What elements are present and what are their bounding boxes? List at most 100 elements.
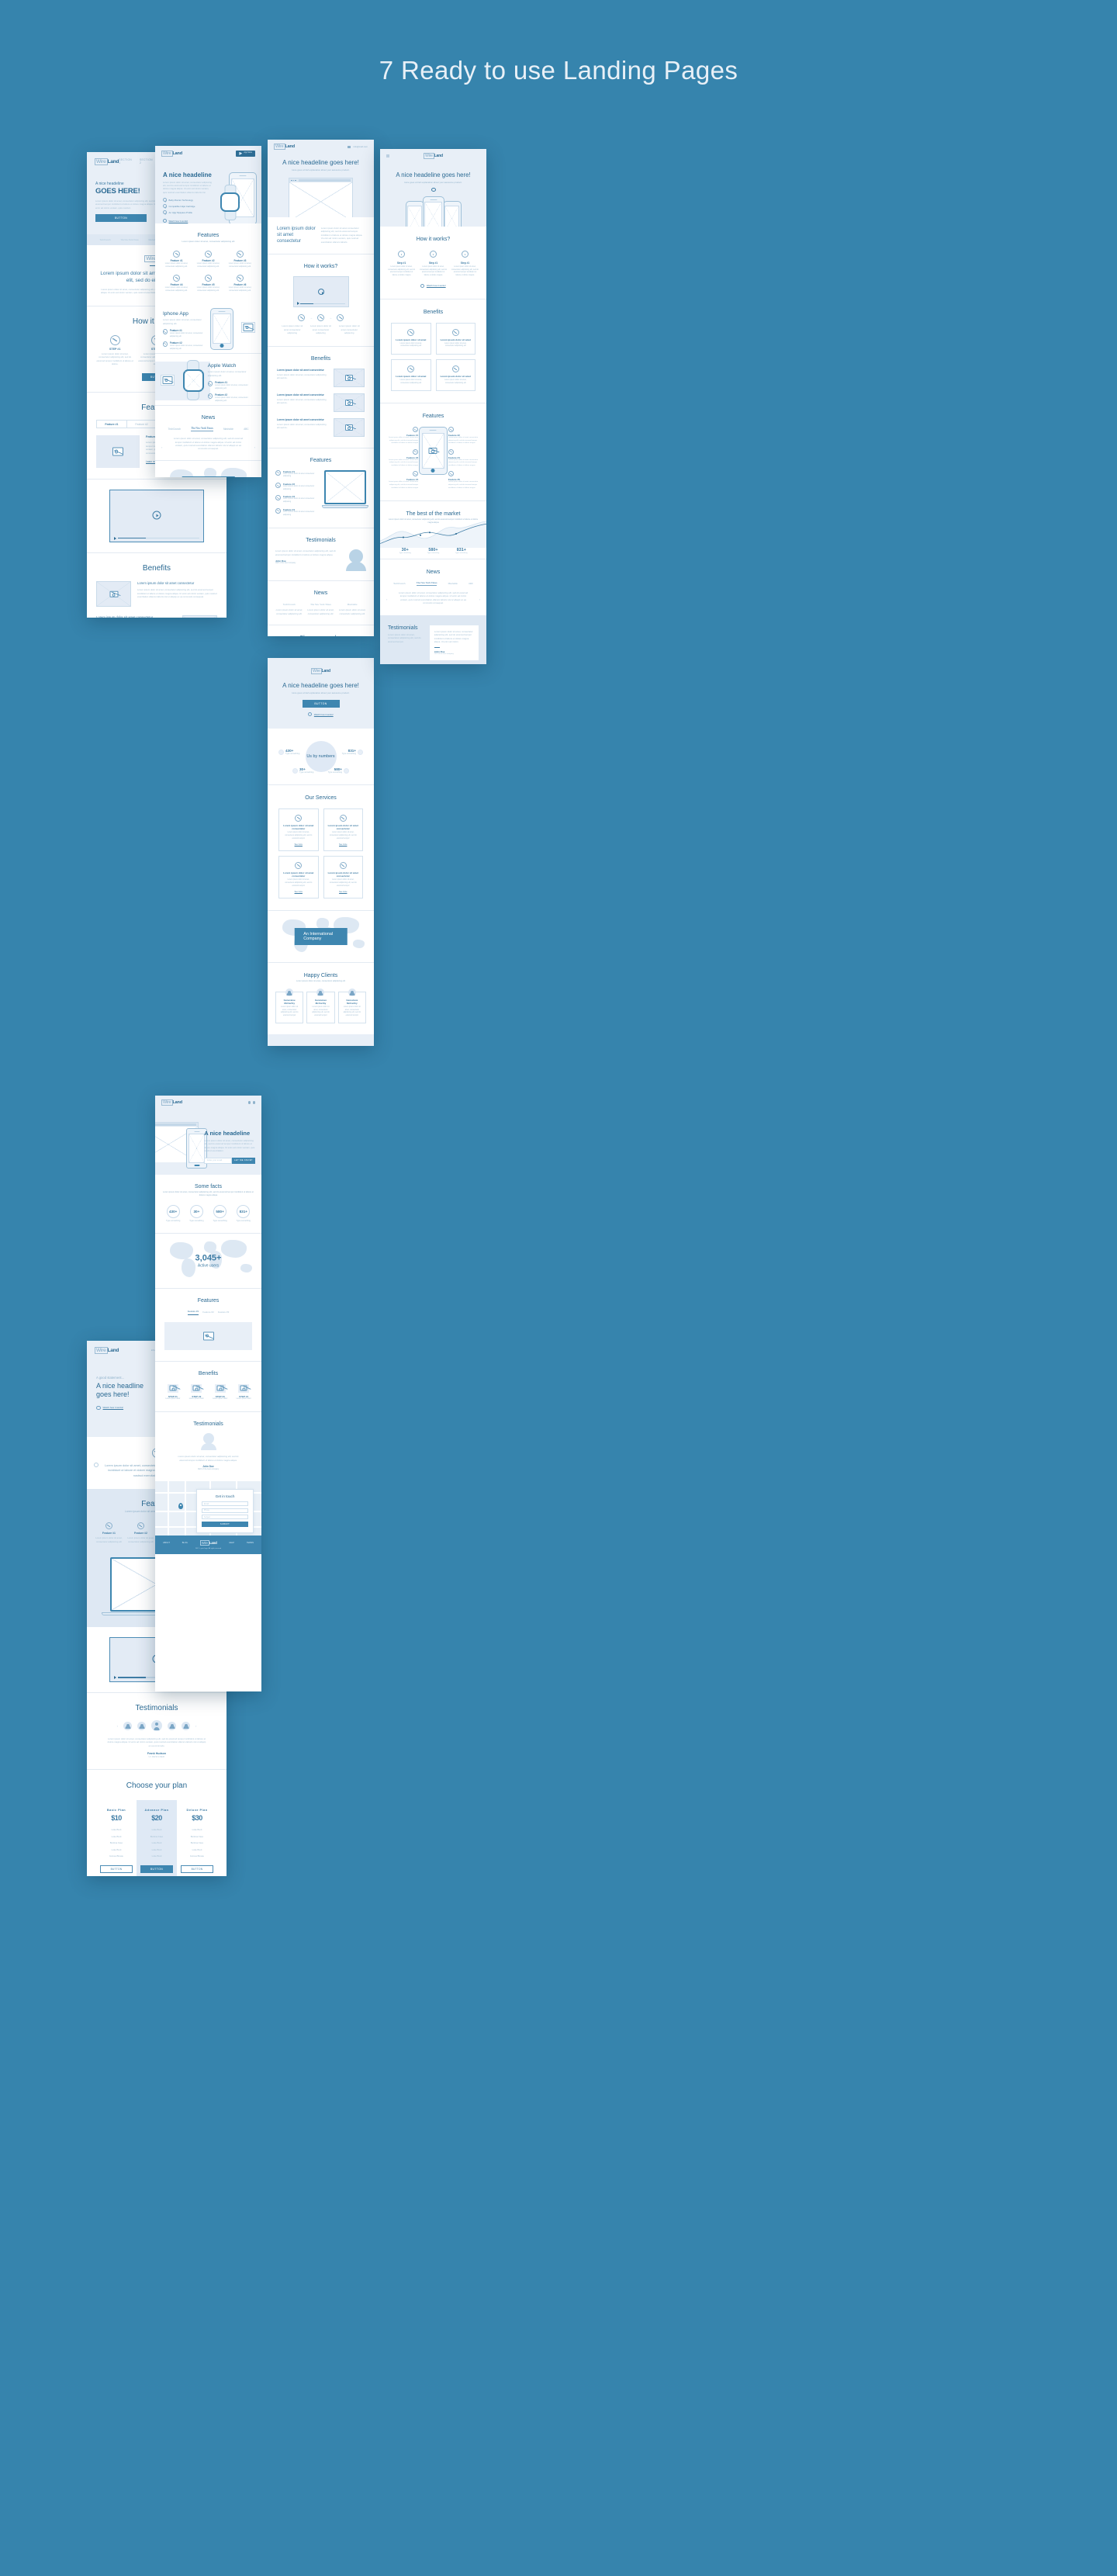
avatar[interactable] — [123, 1721, 132, 1730]
menu-icon[interactable] — [386, 154, 389, 158]
email-field[interactable]: Email — [202, 1501, 248, 1507]
see-more-link[interactable]: See more — [339, 891, 347, 893]
next-arrow-icon[interactable]: › — [479, 597, 480, 601]
pricing-card-deluxe[interactable]: Deluxe Plan $30 Luke Brett Burkina Faso … — [177, 1802, 217, 1876]
landing-page-mockup-2[interactable]: Wire Land App Store A nice headeline Lore… — [155, 146, 261, 477]
service-card[interactable]: Lorem ipsum dolor sit amet consectetur L… — [323, 808, 363, 852]
avatar[interactable] — [168, 1721, 176, 1730]
tab-feature-3[interactable]: Feature #3 — [218, 1311, 230, 1314]
contact-form[interactable]: Get in touch Email Phone Subject SUBMIT — [196, 1489, 254, 1534]
press-logo-mashable[interactable]: Mashable — [223, 428, 233, 431]
press-logo-abc[interactable]: ABC — [469, 582, 473, 585]
footer-logo[interactable]: Wire Land — [199, 1540, 217, 1546]
social-links[interactable] — [247, 1101, 255, 1104]
service-card[interactable]: Lorem ipsum dolor sit amet consectetur L… — [278, 856, 319, 899]
landing-page-mockup-3[interactable]: Wire Land info@mail.com A nice headeline … — [268, 140, 374, 636]
tab-feature-2[interactable]: Feature #2 — [127, 421, 157, 428]
navbar[interactable]: Wire Land — [155, 1096, 261, 1110]
logo[interactable]: Wire Land — [161, 150, 182, 157]
plan-button[interactable]: BUTTON — [140, 1864, 173, 1873]
footer-link[interactable]: BLOG — [182, 1542, 188, 1544]
logo[interactable]: Wire Land — [311, 668, 330, 674]
nav-email[interactable]: info@mail.com — [353, 145, 368, 148]
video-player[interactable] — [292, 276, 349, 308]
service-card[interactable]: Lorem ipsum dolor sit amet consectetur L… — [278, 808, 319, 852]
hero-button[interactable]: BUTTON — [302, 700, 340, 708]
tab-feature-1[interactable]: Feature #1 — [187, 1310, 199, 1315]
landing-page-mockup-7[interactable]: Wire Land A nice headeline goes here! Her… — [268, 658, 374, 1046]
scroll-down-icon[interactable] — [431, 188, 436, 192]
press-logo-techcrunch[interactable]: TechCrunch — [393, 582, 405, 585]
tab-feature-1[interactable]: Feature #1 — [97, 421, 127, 428]
avatar-active[interactable] — [151, 1720, 162, 1731]
logo[interactable]: Wire Land — [274, 144, 295, 150]
image-placeholder — [241, 322, 255, 334]
watch-link[interactable]: Watch how it works! — [427, 284, 446, 287]
subscribe-button[interactable]: LET ME KNOW! — [232, 1157, 255, 1164]
progress-bar[interactable] — [118, 537, 199, 539]
feature-tabs[interactable]: Feature #1 Feature #2 Feature #3 — [164, 1310, 252, 1315]
nav-link[interactable]: SECTION 1 — [119, 158, 133, 164]
play-icon[interactable] — [96, 1405, 101, 1410]
plan-button[interactable]: BUTTON — [181, 1864, 213, 1873]
progress-bar[interactable] — [299, 303, 345, 305]
avatar[interactable] — [182, 1721, 190, 1730]
play-icon[interactable] — [420, 283, 425, 288]
press-logo-techcrunch[interactable]: TechCrunch — [168, 428, 182, 431]
tab-feature-2[interactable]: Feature #2 — [202, 1311, 214, 1314]
pricing-card-basic[interactable]: Basic Plan $10 Luke Brett Luke Brett Bur… — [96, 1802, 137, 1876]
watch-link[interactable]: Watch how it works! — [314, 713, 334, 716]
landing-page-mockup-6[interactable]: Wire Land A nice headeline Lorem ipsum do… — [155, 1096, 261, 1691]
navbar[interactable]: Wire Land App Store — [155, 146, 261, 161]
watch-link[interactable]: Watch how it works! — [169, 220, 188, 223]
footer-link[interactable]: TERMS — [247, 1542, 254, 1544]
logo[interactable]: Wire Land — [95, 1346, 119, 1354]
email-field[interactable]: Enter your email — [204, 1157, 232, 1164]
features-section: Features Feature #1 Feature #2 Feature #… — [155, 1288, 261, 1361]
press-logo: TechCrunch — [99, 238, 111, 241]
landing-page-mockup-4[interactable]: Wire Land A nice headeline goes here! Her… — [380, 149, 486, 664]
phone-mockup — [405, 201, 424, 227]
next-arrow-icon[interactable]: › — [254, 445, 255, 449]
step-body: Lorem ipsum dolor sit amet consectetur a… — [338, 324, 360, 335]
play-icon[interactable] — [317, 288, 324, 295]
logo[interactable]: Wire Land — [161, 1099, 182, 1106]
play-icon[interactable] — [152, 511, 161, 520]
avatar — [285, 989, 294, 997]
see-more-link[interactable]: See more — [339, 843, 347, 846]
plan-button[interactable]: BUTTON — [100, 1864, 133, 1873]
footer-link[interactable]: HELP — [229, 1542, 234, 1544]
section-subtitle: Lorem ipsum dolor sit amet, consectetur … — [163, 1191, 254, 1196]
section-title: Iphone App — [163, 311, 188, 317]
press-logo-mashable[interactable]: Mashable — [448, 582, 458, 585]
logo[interactable]: Wire Land — [424, 153, 443, 159]
navbar[interactable]: Wire Land — [380, 149, 486, 163]
logo[interactable]: Wire Land — [95, 158, 119, 165]
see-more-link[interactable]: See more — [295, 843, 303, 846]
hero-button[interactable]: BUTTON — [95, 214, 147, 223]
phone-field[interactable]: Phone — [202, 1508, 248, 1513]
subject-field[interactable]: Subject — [202, 1515, 248, 1520]
watch-link[interactable]: Watch how it works! — [103, 1406, 124, 1409]
pricing-card-advance[interactable]: Advance Plan $20 Luke Brett Burkina Faso… — [137, 1800, 177, 1876]
see-more-link[interactable]: See more — [295, 891, 303, 893]
footer-link[interactable]: ABOUT — [163, 1542, 170, 1544]
app-store-button[interactable]: App Store — [236, 151, 255, 157]
video-player[interactable] — [109, 490, 204, 543]
play-icon[interactable] — [308, 712, 313, 717]
press-logo-nyt[interactable]: The New York Times — [416, 581, 437, 587]
avatar-carousel[interactable]: ‹ › — [95, 1720, 219, 1731]
prev-arrow-icon[interactable]: ‹ — [161, 445, 162, 449]
navbar[interactable]: Wire Land info@mail.com — [268, 140, 374, 154]
prev-arrow-icon[interactable] — [94, 1463, 99, 1468]
avatar[interactable] — [137, 1721, 146, 1730]
benefit-card: Lorem ipsum dolor sit amet Lorem ipsum d… — [435, 322, 476, 355]
service-card[interactable]: Lorem ipsum dolor sit amet consectetur L… — [323, 856, 363, 899]
prev-arrow-icon[interactable]: ‹ — [117, 1724, 118, 1728]
prev-arrow-icon[interactable]: ‹ — [386, 597, 387, 601]
press-logo-nyt[interactable]: The New York Times — [191, 427, 213, 432]
press-logo-abc[interactable]: ABC — [244, 428, 249, 431]
nav-link[interactable]: SECTION 2 — [140, 158, 154, 164]
next-arrow-icon[interactable]: › — [195, 1724, 196, 1728]
submit-button[interactable]: SUBMIT — [202, 1522, 248, 1528]
